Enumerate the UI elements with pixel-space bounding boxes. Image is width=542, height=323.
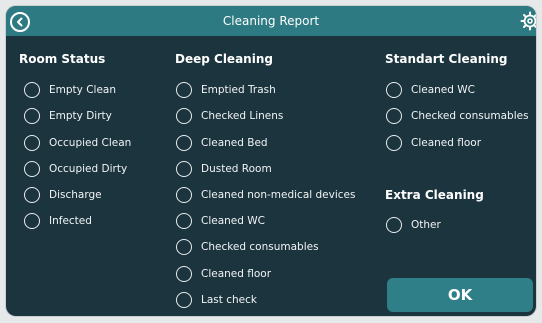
standart-cleaning-option-cleaned-wc[interactable]: Cleaned WC — [386, 79, 475, 101]
deep-cleaning-option-cleaned-bed[interactable]: Cleaned Bed — [176, 132, 268, 154]
option-label: Cleaned floor — [411, 137, 482, 149]
radio-button[interactable] — [386, 135, 402, 151]
option-label: Occupied Clean — [49, 137, 132, 149]
room-status-option-discharge[interactable]: Discharge — [24, 184, 102, 206]
room-status-heading: Room Status — [19, 52, 106, 66]
deep-cleaning-option-cleaned-floor[interactable]: Cleaned floor — [176, 263, 271, 285]
radio-button[interactable] — [176, 292, 192, 308]
page-title: Cleaning Report — [222, 14, 320, 28]
extra-cleaning-heading: Extra Cleaning — [385, 188, 484, 202]
radio-button[interactable] — [386, 217, 402, 233]
back-button[interactable] — [10, 12, 30, 32]
title-bar: Cleaning Report — [6, 6, 536, 36]
radio-button[interactable] — [24, 161, 40, 177]
option-label: Infected — [49, 215, 92, 227]
cleaning-report-dialog: Cleaning Report Room Status Empty Clean … — [6, 6, 536, 316]
settings-button[interactable] — [520, 11, 536, 31]
radio-button[interactable] — [176, 187, 192, 203]
radio-button[interactable] — [24, 213, 40, 229]
option-label: Discharge — [49, 189, 102, 201]
option-label: Checked consumables — [411, 110, 529, 122]
radio-button[interactable] — [176, 108, 192, 124]
radio-button[interactable] — [24, 187, 40, 203]
deep-cleaning-option-cleaned-non-medical-devices[interactable]: Cleaned non-medical devices — [176, 184, 355, 206]
radio-button[interactable] — [176, 135, 192, 151]
standart-cleaning-option-checked-consumables[interactable]: Checked consumables — [386, 105, 529, 127]
deep-cleaning-option-dusted-room[interactable]: Dusted Room — [176, 158, 272, 180]
option-label: Empty Dirty — [49, 110, 112, 122]
radio-button[interactable] — [176, 213, 192, 229]
gear-icon — [520, 11, 536, 31]
option-label: Other — [411, 219, 441, 231]
deep-cleaning-option-checked-linens[interactable]: Checked Linens — [176, 105, 283, 127]
radio-button[interactable] — [176, 161, 192, 177]
deep-cleaning-heading: Deep Cleaning — [175, 52, 273, 66]
room-status-option-empty-dirty[interactable]: Empty Dirty — [24, 105, 112, 127]
radio-button[interactable] — [176, 266, 192, 282]
option-label: Cleaned WC — [411, 84, 475, 96]
deep-cleaning-option-cleaned-wc[interactable]: Cleaned WC — [176, 210, 265, 232]
ok-button[interactable]: OK — [387, 278, 533, 312]
option-label: Cleaned non-medical devices — [201, 189, 356, 201]
option-label: Checked Linens — [201, 110, 284, 122]
radio-button[interactable] — [24, 135, 40, 151]
deep-cleaning-option-emptied-trash[interactable]: Emptied Trash — [176, 79, 276, 101]
option-label: Emptied Trash — [201, 84, 276, 96]
standart-cleaning-heading: Standart Cleaning — [385, 52, 508, 66]
standart-cleaning-option-cleaned-floor[interactable]: Cleaned floor — [386, 132, 481, 154]
room-status-option-infected[interactable]: Infected — [24, 210, 92, 232]
back-icon — [17, 17, 23, 27]
option-label: Cleaned Bed — [201, 137, 268, 149]
radio-button[interactable] — [24, 108, 40, 124]
option-label: Cleaned floor — [201, 268, 272, 280]
extra-cleaning-option-other[interactable]: Other — [386, 214, 441, 236]
room-status-option-occupied-clean[interactable]: Occupied Clean — [24, 132, 131, 154]
option-label: Dusted Room — [201, 163, 272, 175]
radio-button[interactable] — [176, 239, 192, 255]
option-label: Last check — [201, 294, 257, 306]
radio-button[interactable] — [386, 82, 402, 98]
radio-button[interactable] — [24, 82, 40, 98]
deep-cleaning-option-last-check[interactable]: Last check — [176, 289, 257, 311]
room-status-option-empty-clean[interactable]: Empty Clean — [24, 79, 116, 101]
option-label: Empty Clean — [49, 84, 116, 96]
radio-button[interactable] — [176, 82, 192, 98]
option-label: Occupied Dirty — [49, 163, 128, 175]
option-label: Cleaned WC — [201, 215, 265, 227]
radio-button[interactable] — [386, 108, 402, 124]
deep-cleaning-option-checked-consumables[interactable]: Checked consumables — [176, 236, 319, 258]
room-status-option-occupied-dirty[interactable]: Occupied Dirty — [24, 158, 127, 180]
option-label: Checked consumables — [201, 241, 319, 253]
